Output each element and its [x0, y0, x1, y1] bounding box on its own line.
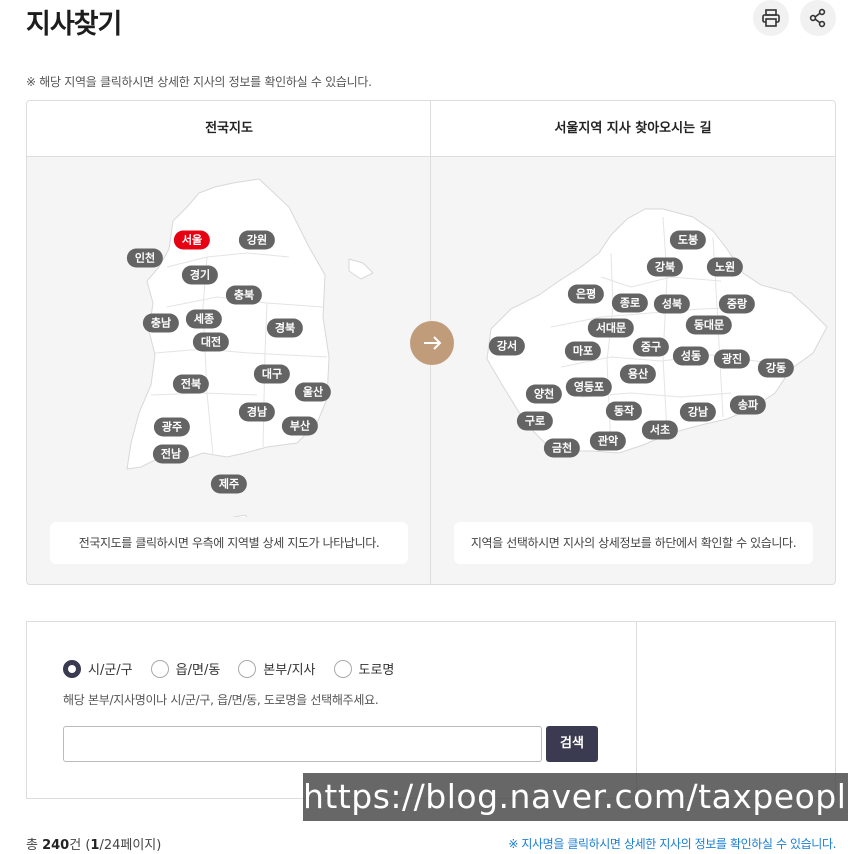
region-pill[interactable]: 인천: [126, 248, 164, 268]
watermark-text: https://blog.naver.com/taxpeoples: [303, 773, 848, 821]
region-pill[interactable]: 울산: [294, 382, 332, 402]
page-suffix: /24페이지): [99, 838, 162, 853]
district-pill[interactable]: 동대문: [685, 315, 733, 335]
district-pill[interactable]: 동작: [605, 401, 643, 421]
seoul-map-shape: [486, 208, 828, 454]
region-pill[interactable]: 제주: [210, 474, 248, 494]
district-pill[interactable]: 노원: [706, 257, 744, 277]
result-note: ※ 지사명을 클릭하시면 상세한 지사의 정보를 확인하실 수 있습니다.: [508, 837, 836, 851]
district-pill[interactable]: 종로: [611, 293, 649, 313]
seoul-map-title: 서울지역 지사 찾아오시는 길: [554, 121, 712, 136]
district-pill[interactable]: 강동: [757, 358, 795, 378]
arrow-right-icon: [424, 336, 442, 350]
region-pill[interactable]: 경남: [238, 402, 276, 422]
national-map-caption: 전국지도를 클릭하시면 우측에 지역별 상세 지도가 나타납니다.: [50, 522, 408, 564]
district-pill[interactable]: 금천: [543, 438, 581, 458]
region-pill[interactable]: 충북: [225, 285, 263, 305]
region-pill[interactable]: 대구: [253, 364, 291, 384]
search-input[interactable]: [63, 726, 542, 762]
district-pill[interactable]: 마포: [564, 341, 602, 361]
page-notice: ※ 해당 지역을 클릭하시면 상세한 지사의 정보를 확인하실 수 있습니다.: [26, 75, 372, 89]
region-pill[interactable]: 충남: [142, 313, 180, 333]
district-pill[interactable]: 도봉: [669, 230, 707, 250]
seoul-map-caption: 지역을 선택하시면 지사의 상세정보를 하단에서 확인할 수 있습니다.: [454, 522, 813, 564]
district-pill[interactable]: 서대문: [587, 318, 635, 338]
radio-label: 본부/지사: [263, 663, 316, 678]
share-icon: [809, 8, 826, 28]
radio-label: 읍/면/동: [175, 663, 221, 678]
search-hint: 해당 본부/지사명이나 시/군/구, 읍/면/동, 도로명을 선택해주세요.: [63, 693, 379, 707]
radio-town[interactable]: 읍/면/동: [150, 659, 221, 678]
search-type-radios: 시/군/구 읍/면/동 본부/지사 도로명: [63, 659, 412, 678]
map-header: 전국지도 서울지역 지사 찾아오시는 길: [27, 101, 835, 157]
region-pill[interactable]: 서울: [173, 230, 211, 250]
district-pill[interactable]: 성동: [672, 346, 710, 366]
district-pill[interactable]: 구로: [516, 411, 554, 431]
district-pill[interactable]: 중랑: [718, 294, 756, 314]
print-icon: [762, 9, 780, 27]
region-pill[interactable]: 광주: [153, 417, 191, 437]
radio-branch[interactable]: 본부/지사: [238, 659, 316, 678]
national-map-title: 전국지도: [205, 121, 253, 136]
region-pill[interactable]: 전남: [152, 444, 190, 464]
radio-dot[interactable]: [150, 659, 169, 678]
total-unit: 건 (: [69, 838, 91, 853]
radio-label: 도로명: [358, 663, 395, 678]
district-pill[interactable]: 강서: [488, 336, 526, 356]
search-panel-divider: [636, 622, 637, 798]
district-pill[interactable]: 성북: [653, 294, 691, 314]
korea-map-shape: [126, 178, 374, 517]
radio-label: 시/군/구: [88, 663, 133, 678]
district-pill[interactable]: 광진: [713, 349, 751, 369]
district-pill[interactable]: 강남: [679, 402, 717, 422]
district-pill[interactable]: 양천: [525, 384, 563, 404]
district-pill[interactable]: 강북: [646, 257, 684, 277]
district-pill[interactable]: 관악: [589, 431, 627, 451]
region-pill[interactable]: 세종: [185, 309, 223, 329]
district-pill[interactable]: 은평: [567, 284, 605, 304]
next-map-button[interactable]: [410, 321, 454, 365]
print-button[interactable]: [753, 0, 789, 36]
district-pill[interactable]: 송파: [729, 395, 767, 415]
radio-dot[interactable]: [63, 659, 81, 678]
district-pill[interactable]: 영등포: [565, 377, 613, 397]
radio-road[interactable]: 도로명: [333, 659, 395, 678]
region-pill[interactable]: 전북: [172, 374, 210, 394]
region-pill[interactable]: 경북: [266, 318, 304, 338]
district-pill[interactable]: 서초: [641, 420, 679, 440]
total-prefix: 총: [26, 838, 43, 853]
region-pill[interactable]: 강원: [238, 230, 276, 250]
page-title: 지사찾기: [26, 9, 122, 40]
branch-map-panel: 전국지도 서울지역 지사 찾아오시는 길 서울 강원인천경기충북충남 세종 경북대전대…: [26, 100, 836, 585]
district-pill[interactable]: 중구: [632, 337, 670, 357]
radio-dot[interactable]: [333, 659, 352, 678]
region-pill[interactable]: 경기: [181, 265, 219, 285]
radio-city[interactable]: 시/군/구: [63, 659, 133, 678]
radio-dot[interactable]: [238, 659, 257, 678]
result-summary: 총 240건 (1/24페이지): [26, 834, 161, 853]
region-pill[interactable]: 대전: [192, 332, 230, 352]
total-count: 240: [42, 838, 70, 853]
search-button[interactable]: 검색: [546, 726, 598, 762]
share-button[interactable]: [800, 0, 836, 36]
region-pill[interactable]: 부산: [281, 416, 319, 436]
district-pill[interactable]: 용산: [619, 364, 657, 384]
